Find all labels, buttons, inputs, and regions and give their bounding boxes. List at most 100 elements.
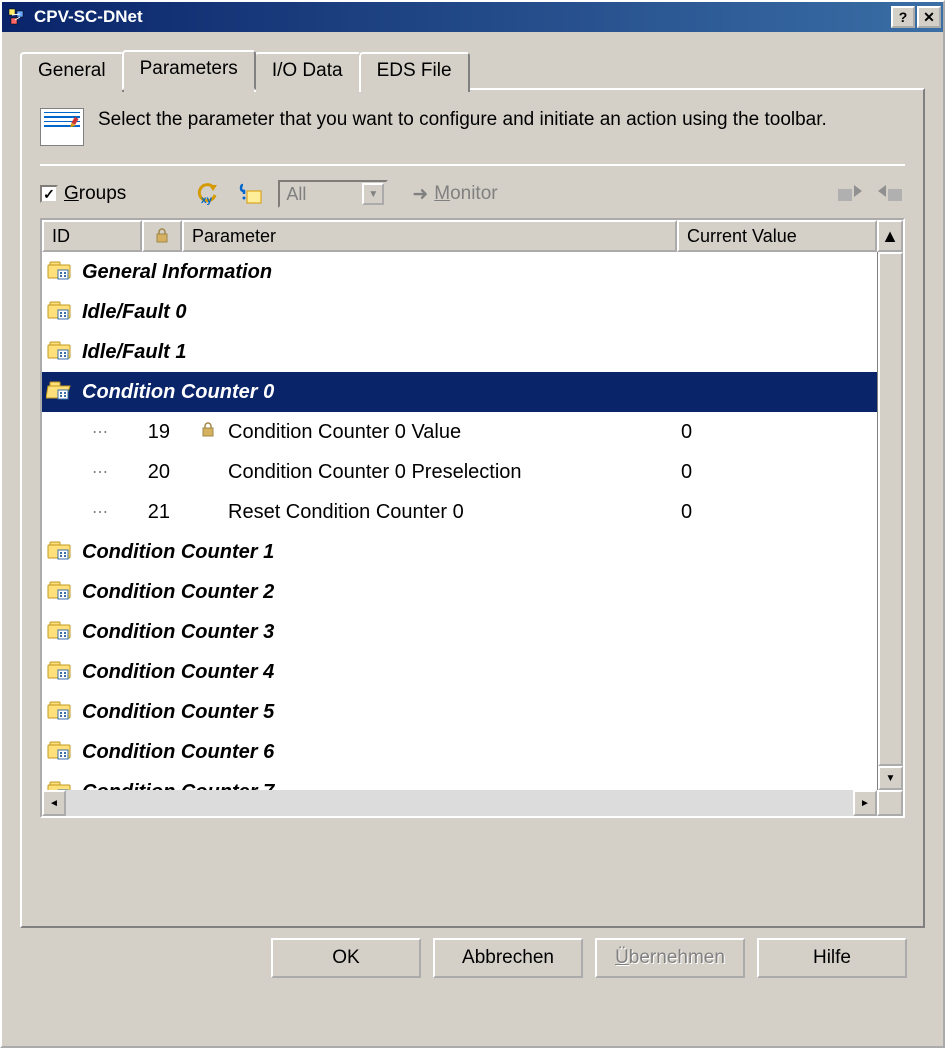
ok-button[interactable]: OK <box>271 938 421 978</box>
param-label: Reset Condition Counter 0 <box>228 501 673 524</box>
help-button[interactable]: ? <box>891 6 915 28</box>
group-label: Condition Counter 2 <box>82 581 873 604</box>
parameter-list: ID Parameter Current Value ▲ General Inf… <box>40 218 905 818</box>
list-header: ID Parameter Current Value ▲ <box>42 220 903 252</box>
tab-parameters[interactable]: Parameters <box>122 50 256 90</box>
param-label: Condition Counter 0 Preselection <box>228 461 673 484</box>
scroll-right-button[interactable]: ► <box>853 790 877 816</box>
column-id[interactable]: ID <box>42 220 142 252</box>
apply-button: Übernehmen <box>595 938 745 978</box>
group-row[interactable]: Condition Counter 5 <box>42 692 877 732</box>
group-label: Idle/Fault 1 <box>82 341 873 364</box>
group-label: Condition Counter 6 <box>82 741 873 764</box>
scroll-left-button[interactable]: ◄ <box>42 790 66 816</box>
group-label: Condition Counter 0 <box>82 381 873 404</box>
parameter-row[interactable]: ⋯21 Reset Condition Counter 00 <box>42 492 877 532</box>
group-row[interactable]: Condition Counter 0 <box>42 372 877 412</box>
download-icon <box>877 180 905 208</box>
tree-connector-icon: ⋯ <box>92 502 132 522</box>
close-button[interactable]: ✕ <box>917 6 941 28</box>
group-row[interactable]: Condition Counter 1 <box>42 532 877 572</box>
restore-defaults-icon[interactable]: xy <box>194 180 222 208</box>
group-label: Condition Counter 1 <box>82 541 873 564</box>
vertical-scrollbar[interactable]: ▼ <box>877 252 903 790</box>
lock-icon <box>155 228 169 244</box>
query-icon[interactable] <box>236 180 264 208</box>
folder-icon <box>46 618 74 646</box>
horizontal-scrollbar[interactable]: ◄ ► <box>42 790 903 816</box>
tab-edsfile[interactable]: EDS File <box>359 52 470 92</box>
folder-icon <box>46 338 74 366</box>
folder-icon <box>46 738 74 766</box>
group-label: Condition Counter 3 <box>82 621 873 644</box>
param-id: 20 <box>132 461 188 484</box>
group-label: Condition Counter 4 <box>82 661 873 684</box>
scrollbar-thumb[interactable] <box>878 252 903 766</box>
group-row[interactable]: General Information <box>42 252 877 292</box>
window-title: CPV-SC-DNet <box>34 7 891 27</box>
folder-icon <box>46 258 74 286</box>
column-parameter[interactable]: Parameter <box>182 220 677 252</box>
folder-icon <box>46 378 74 406</box>
param-id: 19 <box>132 421 188 444</box>
groups-label-rest: roups <box>79 183 127 204</box>
arrow-right-icon: ➜ <box>412 183 428 206</box>
tab-panel-parameters: Select the parameter that you want to co… <box>20 88 925 928</box>
tab-strip: General Parameters I/O Data EDS File <box>20 50 925 90</box>
monitor-button: ➜ Monitor <box>402 181 507 208</box>
parameter-row[interactable]: ⋯19 Condition Counter 0 Value0 <box>42 412 877 452</box>
monitor-label-rest: onitor <box>450 183 498 204</box>
description-icon <box>40 108 84 146</box>
checkbox-icon <box>40 185 58 203</box>
parameter-row[interactable]: ⋯20 Condition Counter 0 Preselection0 <box>42 452 877 492</box>
param-value: 0 <box>673 461 873 484</box>
filter-value: All <box>286 184 362 205</box>
folder-icon <box>46 698 74 726</box>
column-lock[interactable] <box>142 220 182 252</box>
svg-text:xy: xy <box>201 195 213 206</box>
toolbar: Groups xy <box>40 176 905 218</box>
folder-icon <box>46 578 74 606</box>
param-value: 0 <box>673 501 873 524</box>
param-label: Condition Counter 0 Value <box>228 421 673 444</box>
group-label: Condition Counter 7 <box>82 781 873 791</box>
dialog-window: CPV-SC-DNet ? ✕ General Parameters I/O D… <box>0 0 945 1048</box>
param-id: 21 <box>132 501 188 524</box>
group-row[interactable]: Condition Counter 2 <box>42 572 877 612</box>
cancel-button[interactable]: Abbrechen <box>433 938 583 978</box>
tree-connector-icon: ⋯ <box>92 422 132 442</box>
group-label: Idle/Fault 0 <box>82 301 873 324</box>
scroll-up-button[interactable]: ▲ <box>877 220 903 252</box>
scrollbar-corner <box>877 790 903 816</box>
folder-icon <box>46 658 74 686</box>
app-icon <box>6 6 28 28</box>
tab-general[interactable]: General <box>20 52 124 92</box>
group-row[interactable]: Condition Counter 3 <box>42 612 877 652</box>
help-button[interactable]: Hilfe <box>757 938 907 978</box>
titlebar[interactable]: CPV-SC-DNet ? ✕ <box>2 2 943 32</box>
param-value: 0 <box>673 421 873 444</box>
folder-icon <box>46 538 74 566</box>
tree-connector-icon: ⋯ <box>92 462 132 482</box>
groups-checkbox[interactable]: Groups <box>40 183 126 205</box>
description-text: Select the parameter that you want to co… <box>98 108 905 133</box>
param-lock <box>188 421 228 444</box>
folder-icon <box>46 298 74 326</box>
filter-dropdown: All ▼ <box>278 180 388 208</box>
upload-icon <box>835 180 863 208</box>
group-row[interactable]: Condition Counter 7 <box>42 772 877 790</box>
column-value[interactable]: Current Value <box>677 220 877 252</box>
group-row[interactable]: Idle/Fault 1 <box>42 332 877 372</box>
group-row[interactable]: Condition Counter 6 <box>42 732 877 772</box>
dropdown-arrow-icon: ▼ <box>362 183 384 205</box>
tab-iodata[interactable]: I/O Data <box>254 52 361 92</box>
group-label: General Information <box>82 261 873 284</box>
groups-accel: G <box>64 183 79 204</box>
dialog-buttons: OK Abbrechen Übernehmen Hilfe <box>20 930 925 978</box>
folder-icon <box>46 778 74 790</box>
monitor-accel: M <box>434 183 450 204</box>
group-row[interactable]: Idle/Fault 0 <box>42 292 877 332</box>
group-row[interactable]: Condition Counter 4 <box>42 652 877 692</box>
group-label: Condition Counter 5 <box>82 701 873 724</box>
scroll-down-button[interactable]: ▼ <box>878 766 903 790</box>
